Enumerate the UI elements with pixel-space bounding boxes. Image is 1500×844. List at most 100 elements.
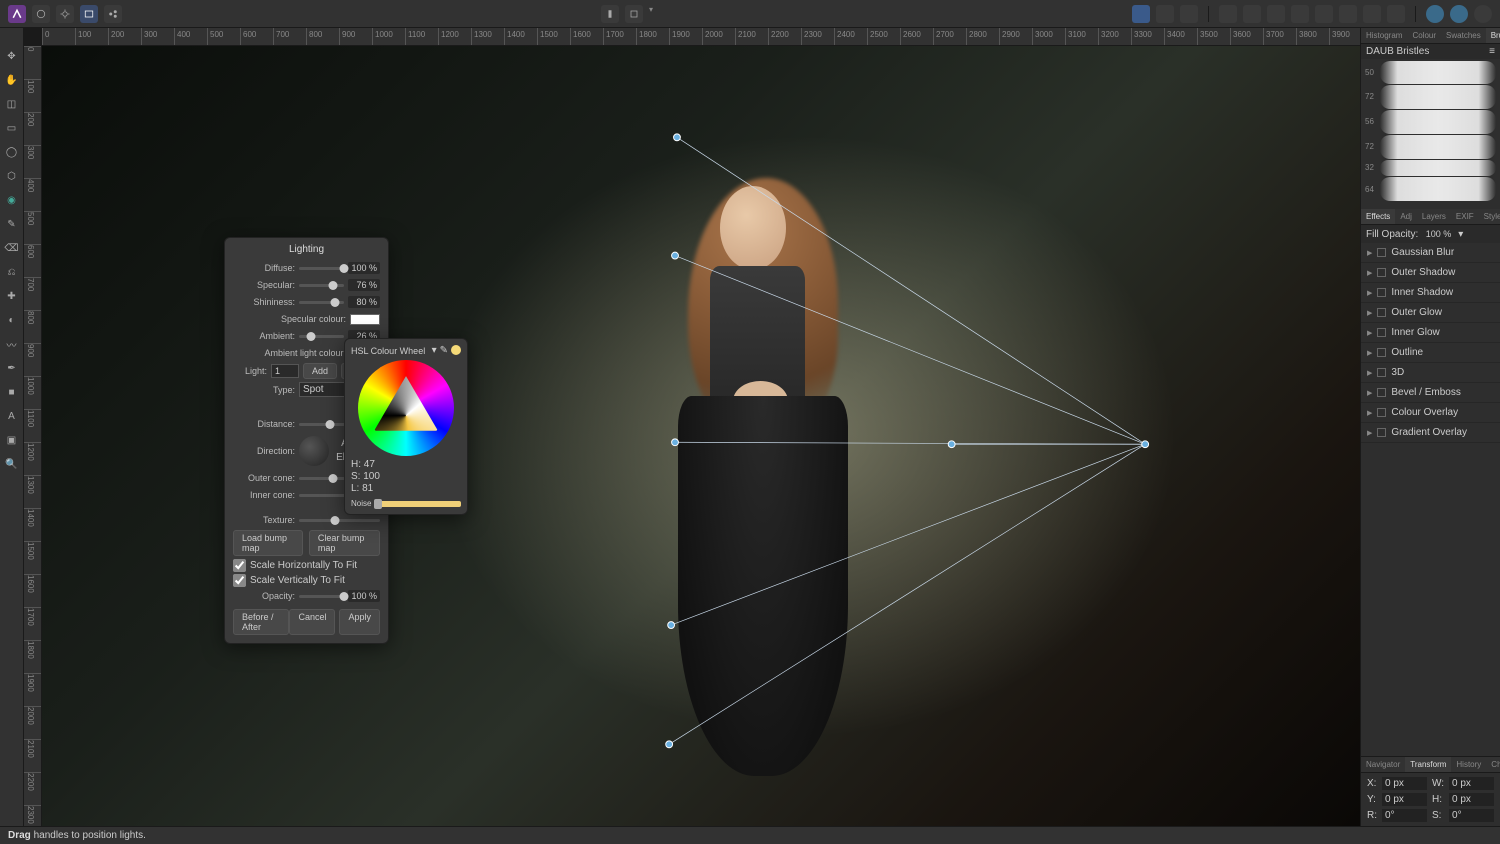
effect-outer-glow[interactable]: ▶Outer Glow <box>1361 303 1500 323</box>
eyedropper-icon[interactable]: ✎ <box>440 345 448 356</box>
load-bump-button[interactable]: Load bump map <box>233 530 303 556</box>
select-free-tool[interactable]: ⬡ <box>2 166 22 186</box>
nav-prev-icon[interactable] <box>1180 5 1198 23</box>
specular-slider[interactable] <box>299 284 344 287</box>
tab-histogram[interactable]: Histogram <box>1361 28 1407 43</box>
dodge-tool[interactable]: ◐ <box>2 310 22 330</box>
photo-icon[interactable] <box>80 5 98 23</box>
text-tool[interactable]: A <box>2 406 22 426</box>
ambient-slider[interactable] <box>299 335 344 338</box>
align-middle-icon[interactable] <box>1315 5 1333 23</box>
tab-swatches[interactable]: Swatches <box>1441 28 1486 43</box>
tab-styles[interactable]: Styles <box>1479 209 1500 224</box>
s-value[interactable]: 0° <box>1449 809 1494 822</box>
move-tool[interactable]: ✥ <box>2 46 22 66</box>
opacity-value[interactable]: 100 % <box>348 590 380 602</box>
persona-icon[interactable] <box>32 5 50 23</box>
share-icon[interactable] <box>104 5 122 23</box>
tab-navigator[interactable]: Navigator <box>1361 757 1405 772</box>
brush-item[interactable]: 72 <box>1365 85 1496 109</box>
specular-colour-swatch[interactable] <box>350 314 380 325</box>
tab-channels[interactable]: Channels <box>1486 757 1500 772</box>
nav-first-icon[interactable] <box>1132 5 1150 23</box>
alignment-icon[interactable] <box>625 5 643 23</box>
effect-gaussian-blur[interactable]: ▶Gaussian Blur <box>1361 243 1500 263</box>
assistant-icon[interactable] <box>1426 5 1444 23</box>
before-after-button[interactable]: Before / After <box>233 609 289 635</box>
shape-rect-tool[interactable]: ■ <box>2 382 22 402</box>
x-value[interactable]: 0 px <box>1382 777 1427 790</box>
r-value[interactable]: 0° <box>1382 809 1427 822</box>
direction-control[interactable] <box>299 436 329 466</box>
texture-slider[interactable] <box>299 519 380 522</box>
tab-adj[interactable]: Adj <box>1395 209 1417 224</box>
dropdown-icon[interactable]: ▾ <box>1458 229 1463 240</box>
scale-v-checkbox[interactable]: Scale Vertically To Fit <box>233 574 380 587</box>
erase-tool[interactable]: ⌫ <box>2 238 22 258</box>
w-value[interactable]: 0 px <box>1449 777 1494 790</box>
tab-history[interactable]: History <box>1451 757 1486 772</box>
pen-tool[interactable]: ✒ <box>2 358 22 378</box>
effect-outline[interactable]: ▶Outline <box>1361 343 1500 363</box>
effect-inner-shadow[interactable]: ▶Inner Shadow <box>1361 283 1500 303</box>
flood-tool[interactable]: ◉ <box>2 190 22 210</box>
tab-layers[interactable]: Layers <box>1417 209 1451 224</box>
noise-slider[interactable] <box>374 501 461 507</box>
current-colour-swatch[interactable] <box>451 345 461 355</box>
align-left-icon[interactable] <box>1219 5 1237 23</box>
select-rect-tool[interactable]: ▭ <box>2 118 22 138</box>
brush-list[interactable]: 507256723264 <box>1361 59 1500 209</box>
tab-colour[interactable]: Colour <box>1407 28 1441 43</box>
light-input[interactable] <box>271 364 299 378</box>
crop-tool[interactable]: ◫ <box>2 94 22 114</box>
help-icon[interactable] <box>1474 5 1492 23</box>
distribute-h-icon[interactable] <box>1363 5 1381 23</box>
scale-h-checkbox[interactable]: Scale Horizontally To Fit <box>233 559 380 572</box>
clone-tool[interactable]: ⎌ <box>2 262 22 282</box>
shininess-slider[interactable] <box>299 301 344 304</box>
brush-item[interactable]: 64 <box>1365 177 1496 201</box>
view-tool[interactable]: ✋ <box>2 70 22 90</box>
effect-colour-overlay[interactable]: ▶Colour Overlay <box>1361 403 1500 423</box>
align-bottom-icon[interactable] <box>1339 5 1357 23</box>
effect-bevel-emboss[interactable]: ▶Bevel / Emboss <box>1361 383 1500 403</box>
brush-set-select[interactable]: DAUB Bristles <box>1366 46 1429 57</box>
app-icon[interactable] <box>8 5 26 23</box>
colour-wheel[interactable] <box>358 360 454 456</box>
select-ellipse-tool[interactable]: ◯ <box>2 142 22 162</box>
brush-menu-icon[interactable]: ≡ <box>1489 46 1495 57</box>
brush-tool[interactable]: ✎ <box>2 214 22 234</box>
clear-bump-button[interactable]: Clear bump map <box>309 530 380 556</box>
h-value[interactable]: 0 px <box>1449 793 1494 806</box>
align-center-icon[interactable] <box>1243 5 1261 23</box>
color-tool[interactable]: ▣ <box>2 430 22 450</box>
effect-outer-shadow[interactable]: ▶Outer Shadow <box>1361 263 1500 283</box>
brush-item[interactable]: 32 <box>1365 160 1496 177</box>
tab-effects[interactable]: Effects <box>1361 209 1395 224</box>
cancel-button[interactable]: Cancel <box>289 609 335 635</box>
diffuse-slider[interactable] <box>299 267 344 270</box>
opacity-slider[interactable] <box>299 595 344 598</box>
smudge-tool[interactable]: 〰 <box>2 334 22 354</box>
effect-3d[interactable]: ▶3D <box>1361 363 1500 383</box>
diffuse-value[interactable]: 100 % <box>348 262 380 274</box>
add-button[interactable]: Add <box>303 363 337 379</box>
account-icon[interactable] <box>1450 5 1468 23</box>
shininess-value[interactable]: 80 % <box>348 296 380 308</box>
gear-icon[interactable] <box>56 5 74 23</box>
zoom-tool[interactable]: 🔍 <box>2 454 22 474</box>
align-right-icon[interactable] <box>1267 5 1285 23</box>
nav-up-icon[interactable] <box>1156 5 1174 23</box>
distribute-v-icon[interactable] <box>1387 5 1405 23</box>
tab-brushes[interactable]: Brushes <box>1486 28 1500 43</box>
effect-inner-glow[interactable]: ▶Inner Glow <box>1361 323 1500 343</box>
tab-transform[interactable]: Transform <box>1405 757 1451 772</box>
fill-opacity-value[interactable]: 100 % <box>1422 228 1454 240</box>
y-value[interactable]: 0 px <box>1382 793 1427 806</box>
dropdown-icon[interactable]: ▾ <box>432 345 437 356</box>
brush-item[interactable]: 56 <box>1365 110 1496 134</box>
align-top-icon[interactable] <box>1291 5 1309 23</box>
snap-icon[interactable] <box>601 5 619 23</box>
specular-value[interactable]: 76 % <box>348 279 380 291</box>
apply-button[interactable]: Apply <box>339 609 380 635</box>
